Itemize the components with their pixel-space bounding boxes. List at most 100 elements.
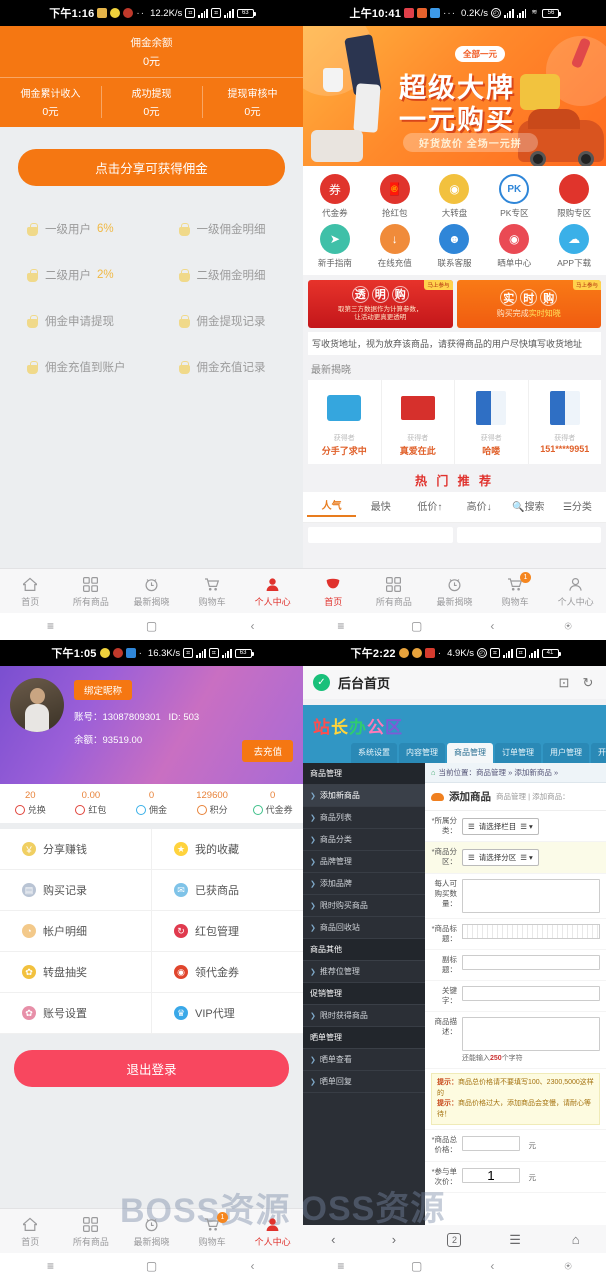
sidebar-item-recycle-bin[interactable]: ❯商品回收站 — [303, 917, 425, 939]
filter-price-asc[interactable]: 低价↑ — [405, 498, 454, 516]
tab-order-manage[interactable]: 订单管理 — [495, 743, 541, 763]
sidebar-item-add-brand[interactable]: ❯添加品牌 — [303, 873, 425, 895]
entry-wheel[interactable]: ◉ 大转盘 — [425, 174, 485, 219]
sidebar-item-showcase-view[interactable]: ❯晒单查看 — [303, 1049, 425, 1071]
product-card[interactable] — [457, 527, 602, 543]
tab-user-center[interactable]: 个人中心 — [242, 569, 303, 613]
sidebar-item-product-list[interactable]: ❯商品列表 — [303, 807, 425, 829]
menu-item-favorites[interactable]: ★ 我的收藏 — [151, 829, 303, 869]
tab-more[interactable]: 开 — [591, 743, 606, 763]
nav-home-button[interactable]: ▢ — [101, 620, 202, 632]
menu-item-redpacket-manage[interactable]: ↻ 红包管理 — [151, 911, 303, 951]
nav-home-button[interactable]: ▢ — [379, 1260, 455, 1272]
winner-item[interactable]: 获得者 分手了求中 — [308, 380, 382, 464]
sidebar-item-showcase-reply[interactable]: ❯晒单回复 — [303, 1071, 425, 1093]
promo-banner[interactable]: 全部一元 超级大牌 一元购买 好货放价 全场一元拼 — [303, 26, 606, 166]
menu-item-wheel-lottery[interactable]: ✿ 转盘抽奖 — [0, 952, 151, 992]
browser-home-button[interactable]: ⌂ — [545, 1232, 606, 1247]
menu-item-claim-voucher[interactable]: ◉ 领代金券 — [151, 952, 303, 992]
sidebar-item-limited-products[interactable]: ❯限时购买商品 — [303, 895, 425, 917]
sidebar-item-product-category[interactable]: ❯商品分类 — [303, 829, 425, 851]
nav-menu-button[interactable]: ≡ — [303, 620, 379, 632]
promo-card-realtime[interactable]: 马上参与 实 时 购 购买完成实时知晓 — [457, 280, 602, 328]
sidebar-item-timed-products[interactable]: ❯限时获得商品 — [303, 1005, 425, 1027]
filter-category[interactable]: ☰分类 — [553, 498, 602, 516]
tab-cart[interactable]: 1 购物车 — [485, 569, 546, 613]
description-textarea[interactable] — [462, 1017, 600, 1051]
tab-all-products[interactable]: 所有商品 — [61, 569, 122, 613]
refresh-icon[interactable]: ↻ — [580, 675, 596, 691]
tab-latest[interactable]: 最新揭晓 — [424, 569, 485, 613]
product-title-input[interactable] — [462, 924, 600, 939]
tab-user-manage[interactable]: 用户管理 — [543, 743, 589, 763]
recharge-button[interactable]: 去充值 — [242, 740, 293, 762]
avatar[interactable] — [10, 678, 64, 732]
entry-showcase[interactable]: ◉ 晒单中心 — [484, 224, 544, 269]
tab-latest[interactable]: 最新揭晓 — [121, 569, 182, 613]
sidebar-item-brand-manage[interactable]: ❯品牌管理 — [303, 851, 425, 873]
filter-price-desc[interactable]: 高价↓ — [455, 498, 504, 516]
stat-commission[interactable]: 0 佣金 — [121, 790, 182, 816]
entry-voucher[interactable]: 券 代金券 — [305, 174, 365, 219]
total-price-input[interactable] — [462, 1136, 520, 1151]
menu-item-withdraw-apply[interactable]: 佣金申请提现 — [0, 298, 152, 344]
nav-back-button[interactable]: ‹ — [202, 620, 303, 632]
keywords-input[interactable] — [462, 986, 600, 1001]
entry-pk[interactable]: PK PK专区 — [484, 174, 544, 219]
menu-item-level2-user[interactable]: 二级用户2% — [0, 252, 152, 298]
menu-item-won-products[interactable]: ✉ 已获商品 — [151, 870, 303, 910]
category-select[interactable]: ☰ 请选择栏目 ☰ ▾ — [462, 818, 539, 835]
browser-tabs-button[interactable]: 2 — [424, 1231, 485, 1247]
menu-item-recharge-record[interactable]: 佣金充值记录 — [152, 344, 304, 390]
promo-card-transparent[interactable]: 马上参与 透 明 购 取第三方数据作为计算参数， 让活动更真更透明 — [308, 280, 453, 328]
tab-content-manage[interactable]: 内容管理 — [399, 743, 445, 763]
menu-item-withdraw-record[interactable]: 佣金提现记录 — [152, 298, 304, 344]
purchase-limit-input[interactable] — [462, 879, 600, 913]
save-icon[interactable]: ⊡ — [556, 675, 572, 691]
menu-item-level1-detail[interactable]: 一级佣金明细 — [152, 206, 304, 252]
nav-menu-button[interactable]: ≡ — [303, 1260, 379, 1272]
entry-guide[interactable]: ➤ 新手指南 — [305, 224, 365, 269]
stat-redpacket[interactable]: 0.00 红包 — [61, 790, 122, 816]
logout-button[interactable]: 退出登录 — [14, 1050, 289, 1087]
share-button[interactable]: 点击分享可获得佣金 — [18, 149, 285, 186]
menu-item-recharge-account[interactable]: 佣金充值到账户 — [0, 344, 152, 390]
browser-forward-button[interactable]: › — [364, 1232, 425, 1247]
tab-cart[interactable]: 购物车 — [182, 569, 243, 613]
tab-user-center[interactable]: 个人中心 — [545, 569, 606, 613]
nav-accessibility-button[interactable]: ⍟ — [530, 1260, 606, 1272]
product-card[interactable] — [308, 527, 453, 543]
menu-item-level2-detail[interactable]: 二级佣金明细 — [152, 252, 304, 298]
tab-system-settings[interactable]: 系统设置 — [351, 743, 397, 763]
tab-all-products[interactable]: 所有商品 — [364, 569, 425, 613]
tab-cart[interactable]: 1 购物车 — [182, 1209, 243, 1253]
winner-item[interactable]: 获得者 哈喽 — [455, 380, 529, 464]
menu-item-account-settings[interactable]: ✿ 账号设置 — [0, 993, 151, 1033]
nav-menu-button[interactable]: ≡ — [0, 1260, 101, 1272]
bind-nickname-button[interactable]: 绑定昵称 — [74, 680, 132, 700]
stat-voucher[interactable]: 0 代金券 — [242, 790, 303, 816]
entry-support[interactable]: ☻ 联系客服 — [425, 224, 485, 269]
tab-user-center[interactable]: 个人中心 — [242, 1209, 303, 1253]
menu-item-share-earn[interactable]: ￥ 分享赚钱 — [0, 829, 151, 869]
filter-popular[interactable]: 人气 — [307, 497, 356, 517]
nav-home-button[interactable]: ▢ — [101, 1260, 202, 1272]
entry-redpacket[interactable]: 🧧 抢红包 — [365, 174, 425, 219]
nav-home-button[interactable]: ▢ — [379, 620, 455, 632]
browser-menu-button[interactable]: ☰ — [485, 1232, 546, 1247]
sidebar-item-recommend-slots[interactable]: ❯推荐位管理 — [303, 961, 425, 983]
zone-select[interactable]: ☰ 请选择分区 ☰ ▾ — [462, 849, 539, 866]
menu-item-vip-agent[interactable]: ♛ VIP代理 — [151, 993, 303, 1033]
nav-back-button[interactable]: ‹ — [202, 1260, 303, 1272]
menu-item-purchase-history[interactable]: ▤ 购买记录 — [0, 870, 151, 910]
menu-item-account-detail[interactable]: ◔ 帐户明细 — [0, 911, 151, 951]
winner-item[interactable]: 获得者 151****9951 — [529, 380, 602, 464]
entry-recharge[interactable]: ↓ 在线充值 — [365, 224, 425, 269]
tab-all-products[interactable]: 所有商品 — [61, 1209, 122, 1253]
tab-home[interactable]: 首页 — [303, 569, 364, 613]
entry-limited[interactable]: 限购专区 — [544, 174, 604, 219]
unit-price-input[interactable] — [462, 1168, 520, 1183]
menu-item-level1-user[interactable]: 一级用户6% — [0, 206, 152, 252]
stat-points[interactable]: 129600 积分 — [182, 790, 243, 816]
tab-latest[interactable]: 最新揭晓 — [121, 1209, 182, 1253]
